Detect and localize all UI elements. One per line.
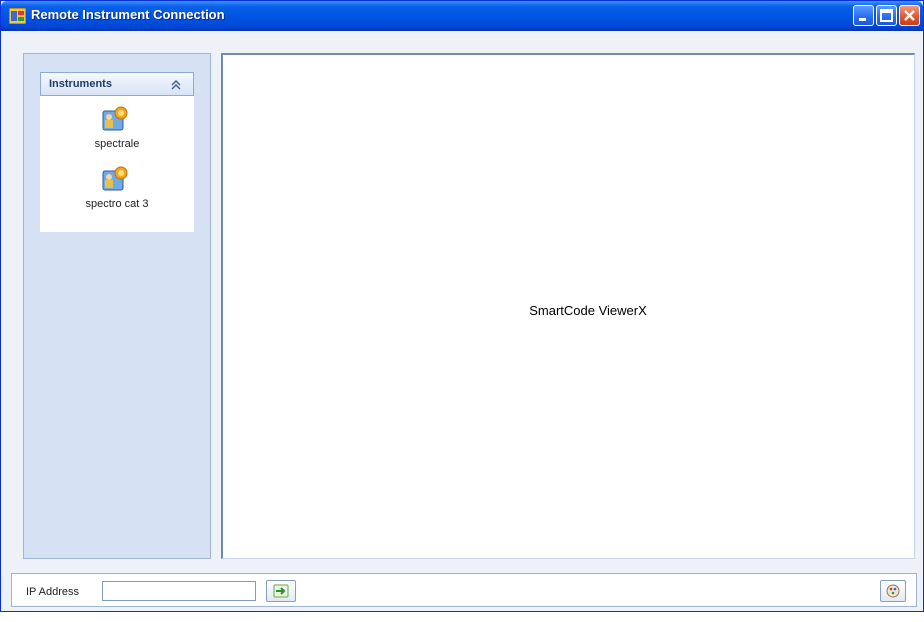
window-title: Remote Instrument Connection [31,7,225,22]
instrument-item-spectrale[interactable]: spectrale [40,106,194,162]
settings-button[interactable] [880,580,906,602]
viewer-label: SmartCode ViewerX [529,303,647,318]
instrument-label: spectrale [94,138,140,150]
connection-bar: IP Address [11,573,917,607]
close-icon [904,10,915,21]
instrument-label: spectro cat 3 [85,198,149,210]
instrument-icon [102,166,128,191]
palette-icon [886,584,900,598]
instruments-panel-header[interactable]: Instruments [40,72,194,96]
sidebar: Instruments spectrale spectro cat 3 [23,53,211,559]
arrow-right-icon [273,584,289,598]
ip-address-input[interactable] [102,581,256,601]
splitter[interactable] [211,53,221,559]
maximize-icon [880,9,893,22]
instrument-item-spectro-cat-3[interactable]: spectro cat 3 [40,166,194,222]
main-window: Remote Instrument Connection Instruments [0,0,924,612]
minimize-button[interactable] [853,5,874,26]
instruments-panel: Instruments spectrale spectro cat 3 [40,72,194,232]
viewer-area[interactable]: SmartCode ViewerX [221,53,915,559]
ip-address-label: IP Address [26,586,79,598]
maximize-button[interactable] [876,5,897,26]
minimize-icon [859,18,866,21]
connect-button[interactable] [266,580,296,602]
close-button[interactable] [899,5,920,26]
instruments-panel-title: Instruments [49,78,112,90]
app-icon [9,8,26,24]
title-bar[interactable]: Remote Instrument Connection [1,1,923,31]
chevron-up-double-icon[interactable] [169,78,183,92]
instrument-icon [102,106,128,131]
